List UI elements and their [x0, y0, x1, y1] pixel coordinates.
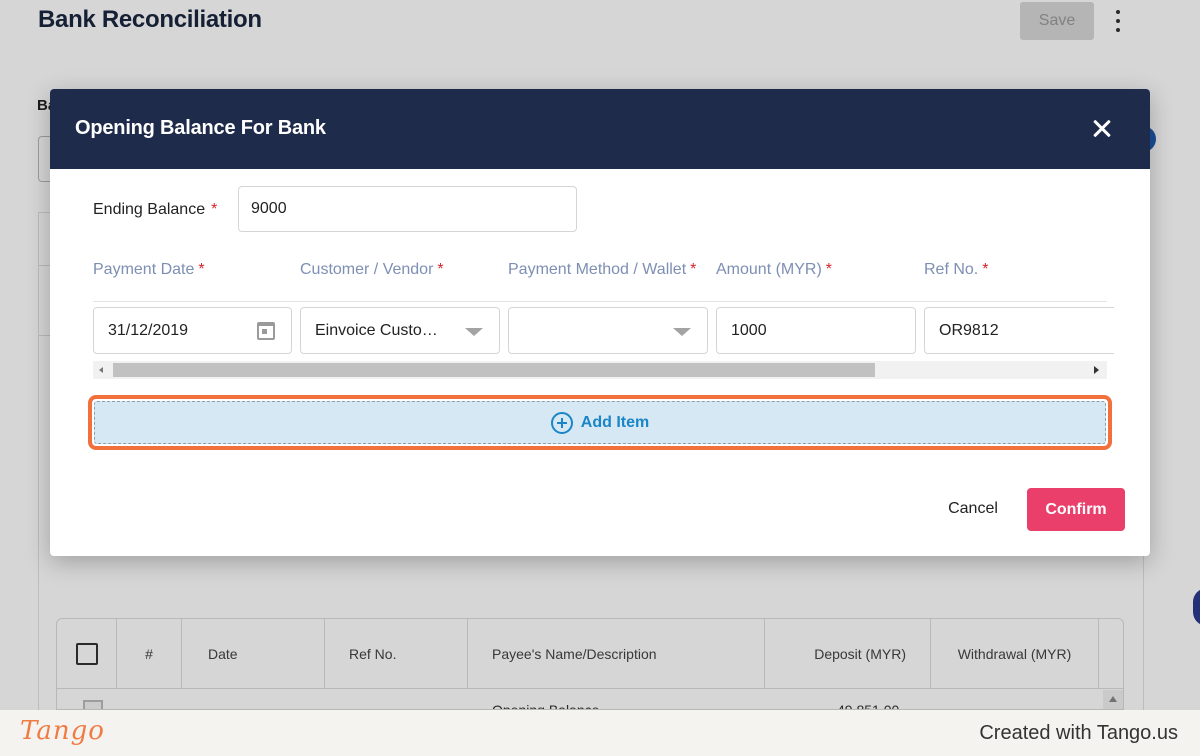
col-amount: Amount (MYR) * — [716, 261, 832, 279]
amount-input[interactable]: 1000 — [716, 307, 916, 354]
amount-value: 1000 — [731, 321, 767, 339]
col-customer-vendor-text: Customer / Vendor — [300, 261, 434, 278]
ref-no-value: OR9812 — [939, 321, 999, 339]
payment-date-value: 31/12/2019 — [108, 321, 189, 339]
ref-no-input[interactable]: OR9812 — [924, 307, 1114, 354]
created-with-tango: Created with Tango.us — [979, 722, 1178, 744]
required-marker: * — [982, 261, 989, 278]
scroll-left-icon[interactable] — [99, 367, 103, 373]
chevron-down-icon — [465, 328, 483, 336]
col-payment-date-text: Payment Date — [93, 261, 195, 278]
ending-balance-label: Ending Balance * — [93, 201, 217, 219]
cancel-button[interactable]: Cancel — [930, 488, 1016, 530]
opening-balance-modal: Opening Balance For Bank Ending Balance *… — [50, 89, 1150, 556]
col-customer-vendor: Customer / Vendor * — [300, 261, 444, 279]
col-ref-no-text: Ref No. — [924, 261, 979, 278]
customer-vendor-select[interactable]: Einvoice Custo… — [300, 307, 500, 354]
col-amount-text: Amount (MYR) — [716, 261, 822, 278]
plus-circle-icon — [550, 411, 573, 434]
required-marker: * — [437, 261, 444, 278]
payment-method-select[interactable] — [508, 307, 708, 354]
col-payment-date: Payment Date * — [93, 261, 205, 279]
payment-date-input[interactable]: 31/12/2019 — [93, 307, 292, 354]
add-item-button[interactable]: Add Item — [94, 401, 1106, 444]
scroll-right-icon[interactable] — [1094, 366, 1099, 374]
calendar-icon[interactable] — [257, 322, 275, 340]
close-icon[interactable] — [1088, 115, 1116, 143]
required-marker: * — [825, 261, 833, 278]
confirm-button[interactable]: Confirm — [1027, 488, 1125, 531]
required-marker: * — [211, 201, 218, 218]
chevron-down-icon — [673, 328, 691, 336]
ending-balance-label-text: Ending Balance — [93, 201, 206, 218]
scrollbar-thumb[interactable] — [113, 363, 875, 377]
add-item-highlight: Add Item — [88, 395, 1112, 450]
col-ref-no: Ref No. * — [924, 261, 988, 279]
modal-header: Opening Balance For Bank — [50, 89, 1150, 169]
required-marker: * — [198, 261, 205, 278]
horizontal-scrollbar[interactable] — [93, 361, 1107, 379]
header-divider — [93, 301, 1107, 302]
tango-logo: Tango — [20, 716, 105, 746]
col-payment-method: Payment Method / Wallet * — [508, 261, 696, 279]
add-item-label: Add Item — [580, 413, 650, 431]
col-payment-method-text: Payment Method / Wallet — [508, 261, 687, 278]
ending-balance-input[interactable] — [238, 186, 577, 232]
customer-vendor-value: Einvoice Custo… — [315, 321, 438, 339]
modal-title: Opening Balance For Bank — [75, 117, 326, 139]
tango-footer: Tango Created with Tango.us — [0, 710, 1200, 756]
required-marker: * — [690, 261, 697, 278]
